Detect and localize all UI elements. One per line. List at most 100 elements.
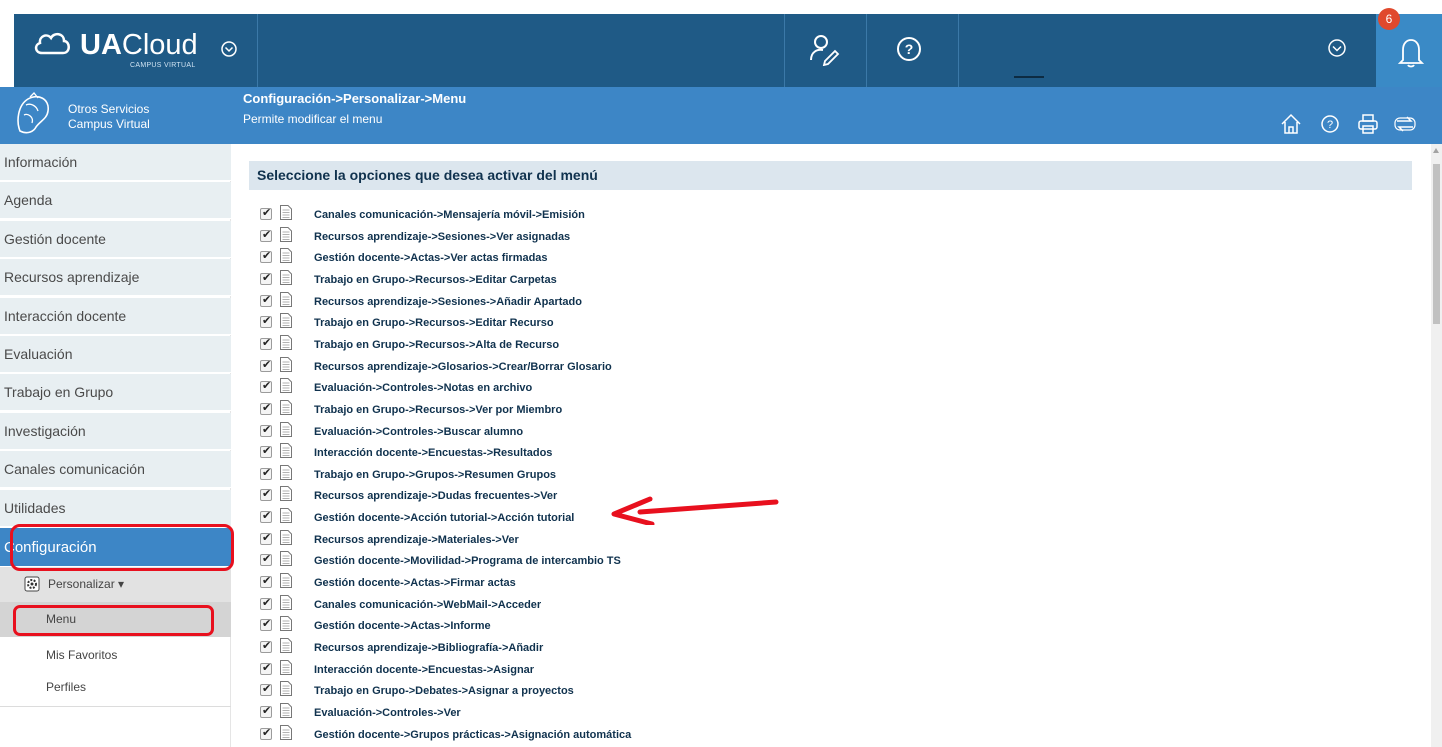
menu-option-row: Trabajo en Grupo->Debates->Asignar a pro…	[260, 681, 960, 702]
option-checkbox[interactable]	[260, 314, 272, 329]
option-checkbox[interactable]	[260, 617, 272, 632]
option-checkbox[interactable]	[260, 358, 272, 372]
sidebar-item-evaluacion[interactable]: Evaluación	[0, 336, 231, 373]
divider	[257, 14, 258, 87]
option-label[interactable]: Trabajo en Grupo->Recursos->Alta de Recu…	[314, 339, 559, 351]
help-icon[interactable]: ?	[892, 32, 926, 66]
option-label[interactable]: Interacción docente->Encuestas->Resultad…	[314, 447, 552, 459]
option-checkbox[interactable]	[260, 596, 272, 610]
scroll-up-arrow[interactable]	[1433, 148, 1439, 153]
sidebar: Información Agenda Gestión docente Recur…	[0, 144, 234, 747]
option-checkbox[interactable]	[260, 704, 272, 718]
submenu-label: Personalizar ▾	[48, 577, 125, 591]
option-label[interactable]: Recursos aprendizaje->Sesiones->Añadir A…	[314, 296, 582, 308]
option-label[interactable]: Canales comunicación->WebMail->Acceder	[314, 599, 541, 611]
option-label[interactable]: Canales comunicación->Mensajería móvil->…	[314, 209, 585, 221]
sidebar-item-recursos-aprendizaje[interactable]: Recursos aprendizaje	[0, 259, 231, 296]
svg-text:?: ?	[1327, 119, 1333, 131]
menu-option-row: Recursos aprendizaje->Materiales->Ver	[260, 529, 960, 551]
option-label[interactable]: Trabajo en Grupo->Grupos->Resumen Grupos	[314, 469, 556, 481]
service-title: Otros Servicios	[68, 102, 150, 116]
option-checkbox[interactable]	[260, 726, 272, 740]
option-label[interactable]: Gestión docente->Movilidad->Programa de …	[314, 555, 621, 567]
menu-option-row: Interacción docente->Encuestas->Resultad…	[260, 443, 960, 464]
option-checkbox[interactable]	[260, 423, 272, 437]
sidebar-item-investigacion[interactable]: Investigación	[0, 413, 231, 450]
option-label[interactable]: Evaluación->Controles->Notas en archivo	[314, 382, 532, 394]
sidebar-item-interaccion-docente[interactable]: Interacción docente	[0, 298, 231, 335]
menu-option-row: Evaluación->Controles->Buscar alumno	[260, 421, 960, 443]
option-checkbox[interactable]	[260, 249, 272, 264]
option-label[interactable]: Trabajo en Grupo->Recursos->Editar Carpe…	[314, 274, 557, 286]
uacloud-logo[interactable]: UACloud CAMPUS VIRTUAL	[14, 14, 257, 87]
swap-icon[interactable]	[1393, 112, 1417, 136]
option-checkbox[interactable]	[260, 531, 272, 545]
option-label[interactable]: Gestión docente->Acción tutorial->Acción…	[314, 512, 574, 524]
document-icon	[280, 356, 292, 372]
help-icon[interactable]: ?	[1318, 112, 1342, 136]
home-icon[interactable]	[1279, 112, 1303, 136]
option-label[interactable]: Trabajo en Grupo->Recursos->Editar Recur…	[314, 317, 554, 329]
option-label[interactable]: Interacción docente->Encuestas->Asignar	[314, 664, 534, 676]
option-checkbox[interactable]	[260, 552, 272, 567]
option-label[interactable]: Recursos aprendizaje->Glosarios->Crear/B…	[314, 361, 612, 373]
option-checkbox[interactable]	[260, 682, 272, 697]
menu-option-row: Trabajo en Grupo->Grupos->Resumen Grupos	[260, 464, 960, 486]
option-label[interactable]: Recursos aprendizaje->Dudas frecuentes->…	[314, 490, 557, 502]
menu-option-row: Gestión docente->Actas->Informe	[260, 616, 960, 637]
option-checkbox[interactable]	[260, 271, 272, 285]
highlight-menu	[13, 605, 214, 636]
document-icon	[280, 702, 292, 718]
option-label[interactable]: Gestión docente->Grupos prácticas->Asign…	[314, 729, 631, 741]
option-checkbox[interactable]	[260, 401, 272, 415]
option-checkbox[interactable]	[260, 379, 272, 394]
submenu-personalizar[interactable]: Personalizar ▾	[0, 567, 231, 602]
option-checkbox[interactable]	[260, 639, 272, 653]
document-icon	[280, 205, 292, 220]
option-label[interactable]: Recursos aprendizaje->Bibliografía->Añad…	[314, 642, 543, 654]
option-checkbox[interactable]	[260, 206, 272, 220]
option-checkbox[interactable]	[260, 661, 272, 675]
option-checkbox[interactable]	[260, 293, 272, 307]
option-label[interactable]: Trabajo en Grupo->Recursos->Ver por Miem…	[314, 404, 562, 416]
sidebar-item-canales-comunicacion[interactable]: Canales comunicación	[0, 451, 231, 488]
option-checkbox[interactable]	[260, 466, 272, 480]
divider	[1014, 76, 1044, 78]
menu-option-row: Trabajo en Grupo->Recursos->Editar Recur…	[260, 313, 960, 334]
document-icon	[280, 638, 292, 653]
option-checkbox[interactable]	[260, 336, 272, 350]
option-label[interactable]: Evaluación->Controles->Ver	[314, 707, 461, 719]
user-edit-icon[interactable]	[807, 32, 841, 66]
option-label[interactable]: Recursos aprendizaje->Sesiones->Ver asig…	[314, 231, 570, 243]
sidebar-item-trabajo-en-grupo[interactable]: Trabajo en Grupo	[0, 374, 231, 411]
option-label[interactable]: Recursos aprendizaje->Materiales->Ver	[314, 534, 519, 546]
chevron-down-icon[interactable]	[220, 40, 238, 58]
scrollbar-thumb[interactable]	[1433, 164, 1440, 324]
notification-badge[interactable]: 6	[1378, 8, 1400, 30]
cloud-icon	[34, 32, 70, 55]
option-checkbox[interactable]	[260, 574, 272, 589]
option-label[interactable]: Trabajo en Grupo->Debates->Asignar a pro…	[314, 685, 574, 697]
chevron-down-icon[interactable]	[1325, 36, 1349, 60]
option-label[interactable]: Gestión docente->Actas->Firmar actas	[314, 577, 516, 589]
sidebar-item-informacion[interactable]: Información	[0, 144, 231, 181]
gear-icon	[24, 576, 40, 592]
option-label[interactable]: Gestión docente->Actas->Informe	[314, 620, 491, 632]
print-icon[interactable]	[1356, 112, 1380, 136]
document-icon	[280, 313, 292, 329]
sidebar-subitem-perfiles[interactable]: Perfiles	[0, 680, 86, 694]
sidebar-item-utilidades[interactable]: Utilidades	[0, 490, 231, 527]
sidebar-item-gestion-docente[interactable]: Gestión docente	[0, 221, 231, 258]
option-checkbox[interactable]	[260, 444, 272, 459]
option-label[interactable]: Evaluación->Controles->Buscar alumno	[314, 426, 523, 438]
option-label[interactable]: Gestión docente->Actas->Ver actas firmad…	[314, 252, 548, 264]
option-checkbox[interactable]	[260, 509, 272, 524]
document-icon	[280, 486, 292, 502]
option-checkbox[interactable]	[260, 228, 272, 242]
menu-option-row: Evaluación->Controles->Notas en archivo	[260, 378, 960, 399]
sidebar-item-agenda[interactable]: Agenda	[0, 182, 231, 219]
logo-text: UACloud	[80, 29, 198, 61]
option-checkbox[interactable]	[260, 487, 272, 502]
vertical-scrollbar[interactable]	[1431, 144, 1442, 747]
sidebar-subitem-mis-favoritos[interactable]: Mis Favoritos	[0, 648, 117, 662]
